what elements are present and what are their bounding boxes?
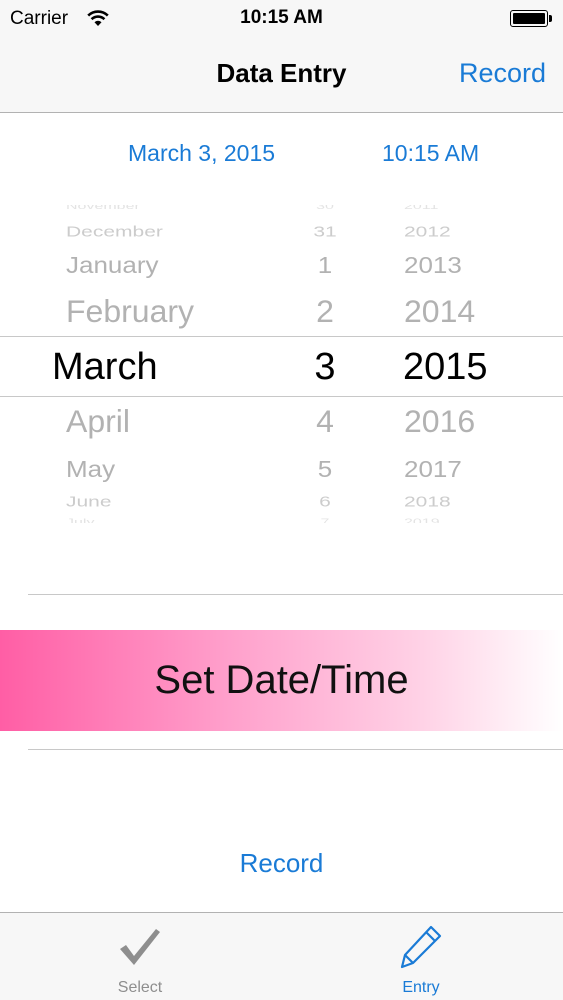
- picker-month: November: [66, 205, 140, 212]
- picker-month: April: [66, 403, 131, 439]
- picker-day: 2: [316, 293, 334, 329]
- status-bar: Carrier 10:15 AM: [0, 0, 563, 40]
- selected-date-label[interactable]: March 3, 2015: [128, 140, 275, 167]
- checkmark-icon: [120, 929, 160, 965]
- picker-year: 2011: [404, 205, 439, 212]
- picker-day: 5: [317, 456, 333, 483]
- picker-row[interactable]: July 7 2019: [0, 518, 563, 523]
- picker-row[interactable]: November 30 2011: [0, 205, 563, 213]
- picker-row[interactable]: June 6 2018: [0, 494, 563, 513]
- picker-month: January: [66, 252, 159, 279]
- tab-entry[interactable]: Entry: [361, 913, 481, 1000]
- picker-year: 2019: [404, 517, 440, 523]
- record-button[interactable]: Record: [0, 848, 563, 879]
- picker-year: 2014: [404, 293, 476, 329]
- tab-entry-label: Entry: [402, 979, 440, 996]
- selected-time-label[interactable]: 10:15 AM: [382, 140, 479, 167]
- picker-row[interactable]: February 2 2014: [0, 294, 563, 334]
- picker-month: May: [66, 456, 116, 483]
- picker-row[interactable]: January 1 2013: [0, 252, 563, 282]
- picker-day: 6: [319, 494, 331, 511]
- picker-year: 2017: [404, 456, 462, 483]
- picker-month: July: [66, 517, 95, 523]
- picker-row[interactable]: May 5 2017: [0, 456, 563, 486]
- picker-day: 4: [316, 403, 334, 439]
- divider: [28, 749, 563, 750]
- battery-icon: [510, 10, 552, 27]
- picker-row[interactable]: December 31 2012: [0, 224, 563, 243]
- record-nav-button[interactable]: Record: [459, 58, 546, 89]
- picker-selection-indicator: [0, 336, 563, 397]
- picker-month: June: [66, 494, 112, 511]
- picker-year: 2012: [404, 224, 451, 241]
- picker-year: 2016: [404, 403, 476, 439]
- tab-bar: Select Entry: [0, 912, 563, 1000]
- picker-month: December: [66, 224, 163, 241]
- picker-day: 1: [317, 252, 333, 279]
- picker-month: February: [66, 293, 195, 329]
- picker-row[interactable]: April 4 2016: [0, 404, 563, 444]
- navigation-bar: Data Entry Record: [0, 40, 563, 113]
- tab-select-label: Select: [117, 979, 163, 996]
- status-time: 10:15 AM: [240, 7, 323, 28]
- pencil-icon: [400, 925, 442, 969]
- set-date-time-button[interactable]: Set Date/Time: [0, 630, 563, 731]
- picker-day: 30: [316, 205, 334, 212]
- picker-year: 2013: [404, 252, 462, 279]
- picker-day: 7: [320, 517, 330, 523]
- tab-select[interactable]: Select: [80, 913, 200, 1000]
- set-date-time-label: Set Date/Time: [154, 658, 409, 702]
- divider: [28, 594, 563, 595]
- picker-day: 31: [313, 224, 337, 241]
- picker-year: 2018: [404, 494, 451, 511]
